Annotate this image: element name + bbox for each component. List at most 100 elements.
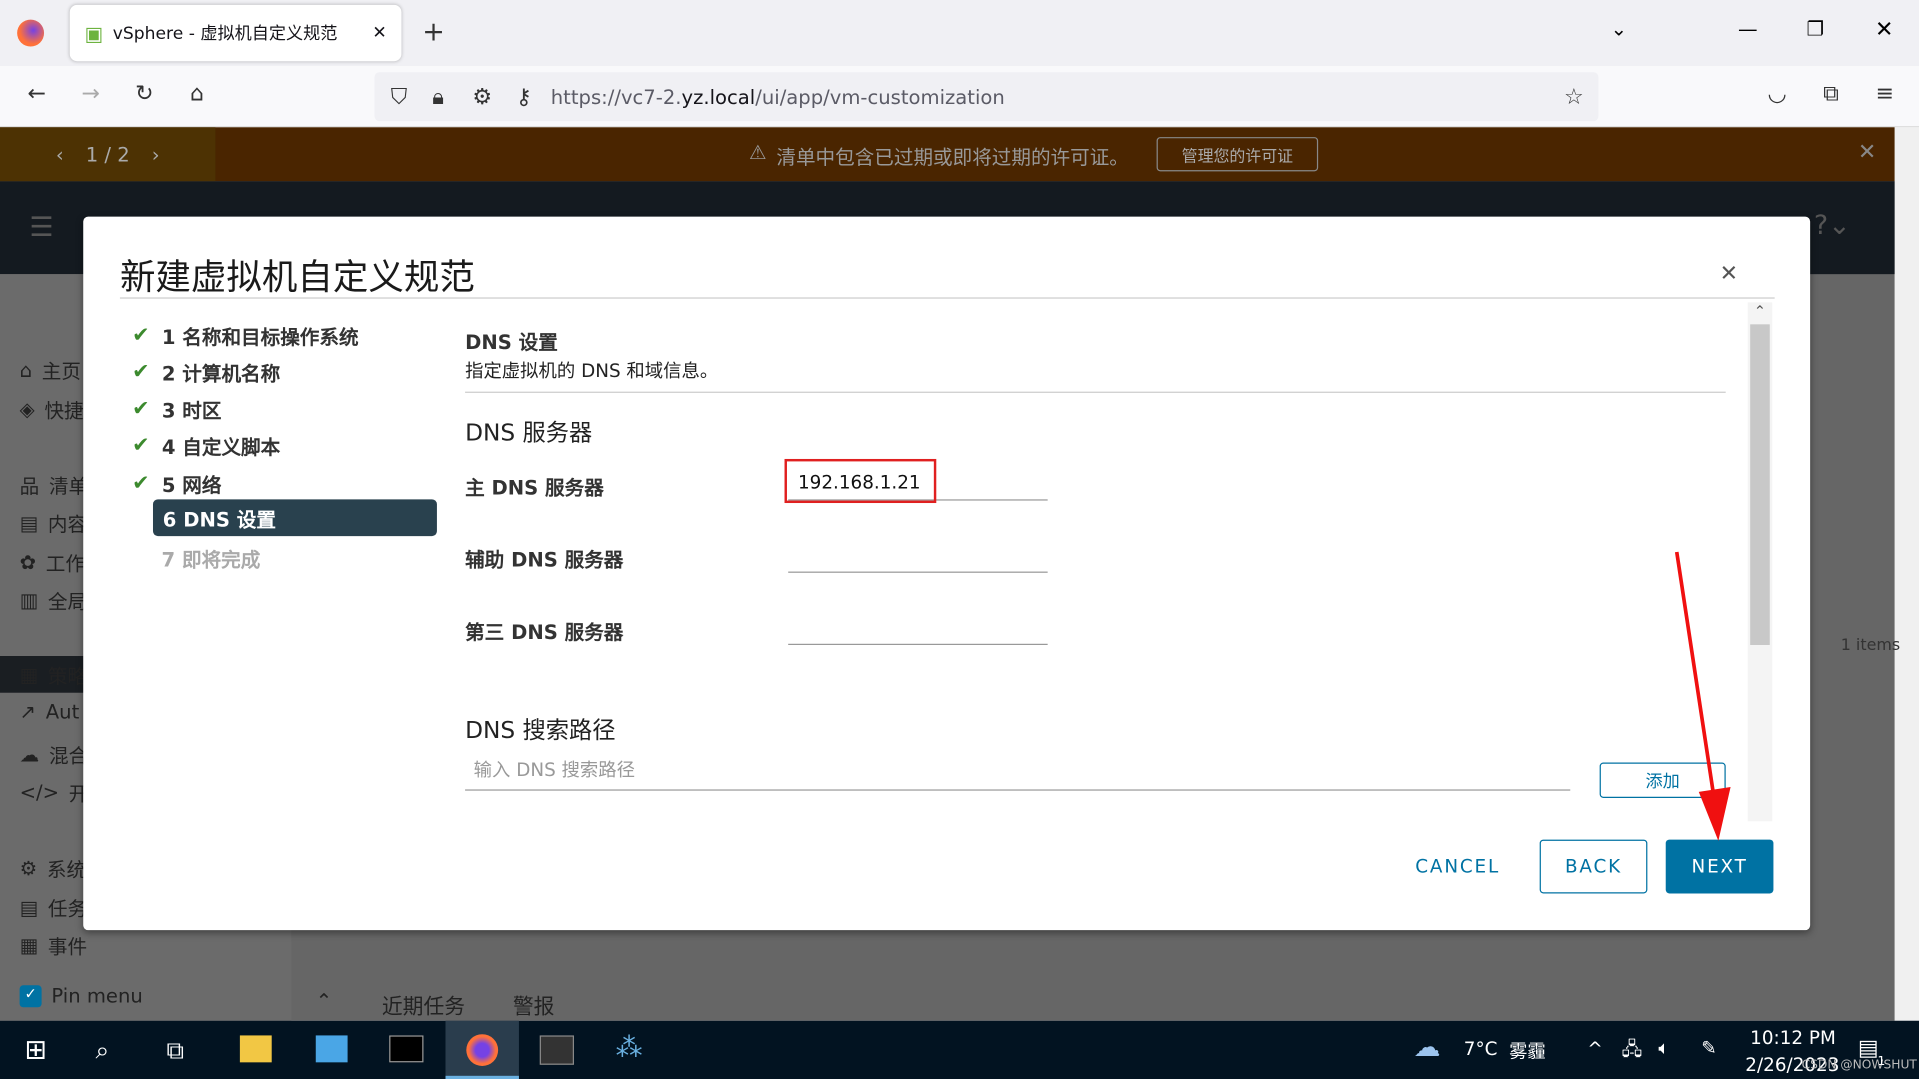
sidebar-item[interactable]: ▤ 内容 [20, 508, 87, 537]
dns-search-heading: DNS 搜索路径 [465, 717, 616, 745]
network-icon[interactable]: 🖧︎ [1622, 1037, 1642, 1068]
prev-icon[interactable]: ‹ [56, 143, 64, 166]
shield-icon[interactable]: ⛉ [384, 84, 413, 110]
url-path: /ui/app/vm-customization [755, 85, 1005, 109]
cancel-button[interactable]: CANCEL [1403, 840, 1513, 894]
secondary-dns-input[interactable] [788, 571, 1048, 573]
primary-dns-input[interactable]: 192.168.1.21 [784, 458, 937, 504]
browser-tab-bar: ▣ vSphere - 虚拟机自定义规范 ✕ + ⌄ — ❐ ✕ [0, 0, 1919, 67]
section-title: DNS 设置 [465, 330, 558, 354]
tray-chevron-icon[interactable]: ^ [1587, 1038, 1602, 1060]
sidebar-item[interactable]: 品清单 [20, 470, 89, 499]
close-dialog-icon[interactable]: ✕ [1720, 261, 1738, 287]
wizard-step-3[interactable]: ✔ 3 时区 [132, 394, 221, 423]
browser-tab[interactable]: ▣ vSphere - 虚拟机自定义规范 ✕ [69, 4, 402, 62]
tab-alarms[interactable]: 警报 [513, 989, 555, 1019]
cmd-icon[interactable] [389, 1035, 424, 1063]
dialog-scrollbar[interactable]: ⌃ [1747, 302, 1773, 822]
sidebar-item[interactable]: ▤ 任务 [20, 892, 87, 921]
notification-count: 1 [1877, 1055, 1886, 1069]
new-tab-icon[interactable]: + [422, 17, 445, 48]
wizard-step-4[interactable]: ✔ 4 自定义脚本 [132, 431, 280, 460]
manage-license-button[interactable]: 管理您的许可证 [1156, 137, 1319, 172]
home-icon[interactable]: ⌂ [182, 81, 211, 107]
wizard-step-2[interactable]: ✔ 2 计算机名称 [132, 357, 280, 386]
license-banner: ‹ 1 / 2 › ⚠ 清单中包含已过期或即将过期的许可证。 管理您的许可证 ✕ [0, 127, 1895, 182]
sidebar-item[interactable]: ▥ 全局 [20, 585, 87, 614]
scrollbar-thumb[interactable] [1750, 324, 1770, 645]
check-icon: ✔ [132, 471, 150, 496]
help-icon[interactable]: ?⌄ [1814, 211, 1851, 242]
volume-icon[interactable]: 🔈︎ [1658, 1037, 1669, 1059]
customization-wizard-dialog: 新建虚拟机自定义规范 ✕ ✔ 1 名称和目标操作系统 ✔ 2 计算机名称 ✔ 3 时区… [83, 216, 1811, 931]
permissions-icon[interactable]: ⚙ [468, 84, 497, 110]
dns-search-input[interactable]: 输入 DNS 搜索路径 [465, 756, 1571, 791]
hamburger-icon[interactable]: ☰ [29, 213, 53, 244]
wizard-step-1[interactable]: ✔ 1 名称和目标操作系统 [132, 321, 358, 350]
wizard-step-6-active[interactable]: 6 DNS 设置 [152, 499, 437, 537]
firefox-taskbar-button[interactable] [445, 1020, 519, 1079]
chevron-down-icon[interactable]: ⌄ [1611, 17, 1627, 40]
restore-icon[interactable]: ❐ [1806, 17, 1824, 40]
weather-temp: 7°C [1463, 1037, 1498, 1060]
page-scrollbar[interactable] [1894, 127, 1919, 1021]
bookmark-star-icon[interactable]: ☆ [1559, 84, 1588, 110]
next-button[interactable]: NEXT [1665, 839, 1774, 894]
minimize-icon[interactable]: — [1738, 17, 1758, 40]
extensions-icon[interactable]: ⧉ [1816, 81, 1845, 107]
check-icon: ✔ [132, 323, 150, 348]
powershell-icon[interactable] [539, 1035, 575, 1065]
windows-start-icon[interactable]: ⊞ [24, 1035, 47, 1066]
sidebar-item[interactable]: ☁ 混合 [20, 739, 89, 768]
red-arrow-annotation [1674, 551, 1731, 841]
banner-message: 清单中包含已过期或即将过期的许可证。 [776, 145, 1129, 169]
clock-time[interactable]: 10:12 PM [1750, 1027, 1836, 1049]
forward-icon[interactable]: → [76, 81, 105, 107]
wizard-step-7: 7 即将完成 [161, 548, 261, 572]
task-view-icon[interactable]: ⧉ [166, 1035, 183, 1064]
pen-icon[interactable]: ✎ [1701, 1037, 1716, 1059]
tertiary-dns-input[interactable] [788, 643, 1048, 645]
back-button[interactable]: BACK [1539, 839, 1648, 894]
notification-icon[interactable]: ▤ [1858, 1035, 1879, 1061]
check-icon: ✔ [132, 396, 150, 422]
lock-icon[interactable]: 🔒︎ [423, 84, 452, 110]
secondary-dns-label: 辅助 DNS 服务器 [465, 548, 624, 572]
search-icon[interactable]: ⌕ [95, 1035, 109, 1064]
items-count: 1 items [1840, 636, 1901, 655]
taskbar: ⊞ ⌕ ⧉ ⁂ ☁ 7°C 雾霾 ^ 🖧︎ 🔈︎ ✎ 10:12 PM 2/26… [0, 1020, 1919, 1079]
close-banner-icon[interactable]: ✕ [1858, 140, 1876, 166]
network-app-icon[interactable]: ⁂ [616, 1033, 643, 1064]
key-icon[interactable]: ⚷ [509, 84, 538, 110]
url-bar[interactable]: ⛉ 🔒︎ ⚙ ⚷ https://vc7-2. yz.local/ui/app/v… [374, 72, 1599, 122]
wizard-step-5[interactable]: ✔ 5 网络 [132, 469, 221, 498]
server-manager-icon[interactable] [315, 1035, 348, 1063]
firefox-icon[interactable] [17, 19, 45, 47]
sidebar-item[interactable]: ⚙ 系统 [20, 853, 87, 882]
sidebar-item[interactable]: ↗ Aut [20, 700, 80, 723]
file-explorer-icon[interactable] [239, 1035, 272, 1063]
tab-title: vSphere - 虚拟机自定义规范 [112, 24, 338, 45]
dns-servers-heading: DNS 服务器 [465, 419, 593, 447]
url-domain: yz.local [681, 85, 756, 109]
url-prefix: https://vc7-2. [550, 85, 682, 109]
close-window-icon[interactable]: ✕ [1875, 17, 1893, 43]
dialog-title: 新建虚拟机自定义规范 [119, 255, 475, 298]
pin-menu-checkbox[interactable]: ✓ Pin menu [19, 984, 143, 1007]
section-description: 指定虚拟机的 DNS 和域信息。 [465, 359, 719, 382]
tab-recent-tasks[interactable]: 近期任务 [382, 989, 465, 1019]
divider [465, 391, 1726, 393]
vsphere-icon: ▣ [84, 21, 103, 45]
sidebar-item[interactable]: ✿ 工作 [20, 547, 85, 576]
sidebar-item[interactable]: ◈ 快捷 [20, 394, 84, 423]
sidebar-item[interactable]: ⌂ 主页 [20, 355, 81, 384]
banner-pager: 1 / 2 [85, 142, 130, 166]
menu-icon[interactable]: ≡ [1870, 81, 1899, 107]
next-icon[interactable]: › [152, 143, 160, 166]
pocket-icon[interactable]: ◡ [1762, 81, 1791, 107]
collapse-icon[interactable]: ⌃ [316, 989, 332, 1012]
close-tab-icon[interactable]: ✕ [372, 23, 386, 43]
sidebar-item[interactable]: ▦ 事件 [20, 930, 87, 959]
back-icon[interactable]: ← [22, 81, 51, 107]
reload-icon[interactable]: ↻ [130, 81, 159, 107]
